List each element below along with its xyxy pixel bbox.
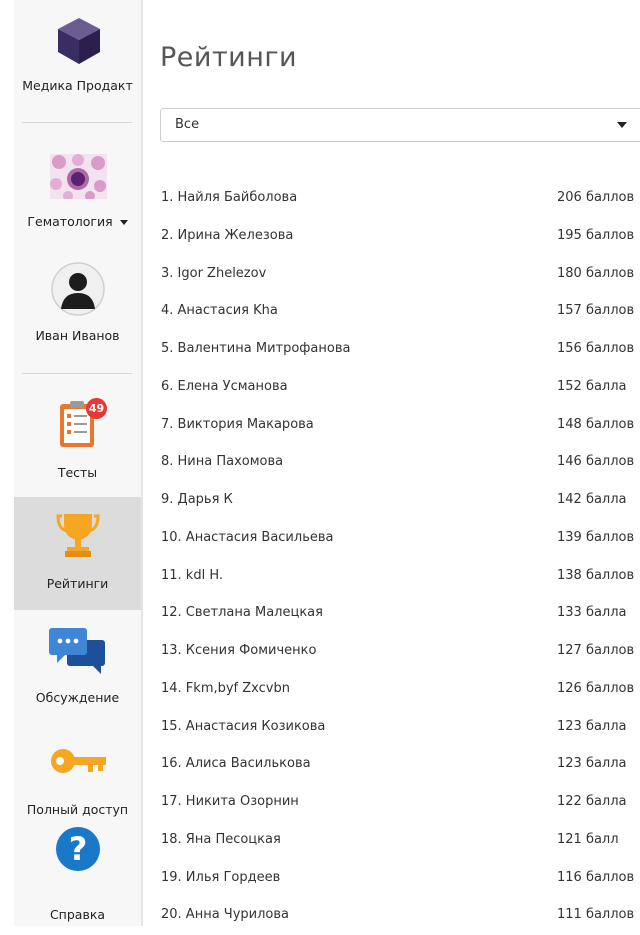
rating-name: 18. Яна Песоцкая: [161, 831, 281, 847]
rating-name: 12. Светлана Малецкая: [161, 605, 323, 621]
caret-down-icon: [617, 122, 627, 128]
rating-score: 142 балла: [557, 492, 627, 507]
rating-score: 122 балла: [557, 794, 627, 809]
rating-name: 16. Алиса Василькова: [161, 756, 311, 772]
brand-name: Медика Продакт: [22, 78, 133, 93]
rating-row: 6. Елена Усманова 152 балла: [160, 369, 640, 407]
rating-name: 14. Fkm,byf Zxcvbn: [161, 680, 290, 696]
rating-row: 11. kdl H. 138 баллов: [160, 558, 640, 596]
rating-score: 127 баллов: [557, 643, 635, 658]
rating-row: 5. Валентина Митрофанова 156 баллов: [160, 331, 640, 369]
rating-row: 14. Fkm,byf Zxcvbn 126 баллов: [160, 671, 640, 709]
trophy-icon: [56, 514, 100, 557]
nav-discussion-label: Обсуждение: [35, 690, 120, 705]
svg-text:?: ?: [69, 830, 88, 868]
rating-row: 1. Найля Байболова 206 баллов: [160, 180, 640, 218]
nav-discussion[interactable]: Обсуждение: [14, 612, 141, 720]
user-name: Иван Иванов: [35, 328, 120, 343]
rating-row: 17. Никита Озорнин 122 балла: [160, 784, 640, 822]
rating-name: 11. kdl H.: [161, 567, 224, 583]
filter-dropdown[interactable]: Все: [160, 108, 640, 142]
rating-score: 133 балла: [557, 605, 627, 621]
cube-logo-icon: [58, 18, 100, 64]
chevron-down-icon: [119, 220, 128, 225]
rating-score: 152 балла: [557, 378, 627, 394]
nav-full-access-label: Полный доступ: [26, 802, 129, 817]
divider: [22, 373, 132, 374]
rating-score: 139 баллов: [557, 529, 635, 545]
rating-score: 195 баллов: [557, 227, 635, 243]
rating-score: 206 баллов: [557, 190, 635, 205]
rating-name: 1. Найля Байболова: [161, 190, 298, 205]
rating-row: 20. Анна Чурилова 111 баллов: [160, 897, 640, 935]
rating-name: 10. Анастасия Васильева: [161, 529, 334, 545]
rating-score: 138 баллов: [557, 567, 635, 583]
main-content: Рейтинги Все 1. Найля Байболова 206 балло…: [160, 0, 640, 926]
rating-score: 116 баллов: [557, 869, 635, 885]
rating-score: 123 балла: [557, 718, 627, 734]
rating-name: 13. Ксения Фомиченко: [161, 643, 317, 658]
rating-name: 8. Нина Пахомова: [161, 454, 284, 470]
chat-bubbles-icon: [49, 628, 105, 674]
rating-row: 16. Алиса Василькова 123 балла: [160, 746, 640, 784]
rating-score: 111 баллов: [557, 907, 635, 923]
rating-row: 7. Виктория Макарова 148 баллов: [160, 407, 640, 445]
rating-name: 5. Валентина Митрофанова: [161, 341, 351, 356]
nav-tests-label: Тесты: [57, 465, 98, 480]
nav-tests[interactable]: 49 Тесты: [14, 385, 141, 495]
user-avatar-icon: [51, 262, 105, 316]
sidebar: Медика Продакт Гематология Иван Иванов 4…: [14, 0, 143, 926]
rating-score: 180 баллов: [557, 265, 635, 281]
rating-row: 12. Светлана Малецкая 133 балла: [160, 595, 640, 633]
rating-score: 123 балла: [557, 756, 627, 772]
rating-name: 17. Никита Озорнин: [161, 794, 299, 809]
rating-row: 4. Анастасия Kha 157 баллов: [160, 293, 640, 331]
rating-row: 13. Ксения Фомиченко 127 баллов: [160, 633, 640, 671]
rating-name: 7. Виктория Макарова: [161, 416, 314, 432]
rating-row: 18. Яна Песоцкая 121 балл: [160, 822, 640, 860]
rating-name: 15. Анастасия Козикова: [161, 718, 326, 734]
nav-ratings[interactable]: Рейтинги: [14, 497, 141, 610]
rating-name: 19. Илья Гордеев: [161, 869, 281, 885]
filter-selected-value: Все: [175, 117, 200, 132]
rating-name: 4. Анастасия Kha: [161, 303, 278, 319]
rating-row: 9. Дарья К 142 балла: [160, 482, 640, 520]
user-profile[interactable]: Иван Иванов: [14, 252, 141, 362]
specialty-selector[interactable]: Гематология: [14, 145, 141, 245]
rating-score: 157 баллов: [557, 303, 635, 319]
rating-score: 148 баллов: [557, 416, 635, 432]
rating-row: 15. Анастасия Козикова 123 балла: [160, 709, 640, 747]
brand[interactable]: Медика Продакт: [14, 0, 141, 122]
rating-name: 3. Igor Zhelezov: [161, 265, 267, 281]
rating-name: 6. Елена Усманова: [161, 378, 288, 394]
rating-row: 10. Анастасия Васильева 139 баллов: [160, 520, 640, 558]
rating-row: 2. Ирина Железова 195 баллов: [160, 218, 640, 256]
specialty-label: Гематология: [27, 214, 113, 229]
hematology-cells-icon: [50, 154, 107, 199]
rating-score: 126 баллов: [557, 680, 635, 696]
tests-count-badge: 49: [86, 398, 107, 419]
page-title: Рейтинги: [160, 42, 298, 73]
key-icon: [51, 749, 106, 773]
question-icon: ?: [56, 827, 100, 871]
rating-name: 20. Анна Чурилова: [161, 907, 289, 923]
rating-score: 146 баллов: [557, 454, 635, 470]
nav-ratings-label: Рейтинги: [46, 576, 109, 591]
rating-row: 8. Нина Пахомова 146 баллов: [160, 444, 640, 482]
nav-full-access[interactable]: Полный доступ: [14, 722, 141, 830]
rating-score: 156 баллов: [557, 341, 635, 356]
divider: [22, 122, 132, 123]
rating-name: 2. Ирина Железова: [161, 227, 294, 243]
rating-row: 3. Igor Zhelezov 180 баллов: [160, 256, 640, 294]
rating-row: 19. Илья Гордеев 116 баллов: [160, 860, 640, 898]
rating-score: 121 балл: [557, 831, 619, 847]
rating-name: 9. Дарья К: [161, 492, 233, 507]
nav-help[interactable]: ? Справка: [14, 826, 141, 926]
nav-help-label: Справка: [49, 907, 106, 922]
